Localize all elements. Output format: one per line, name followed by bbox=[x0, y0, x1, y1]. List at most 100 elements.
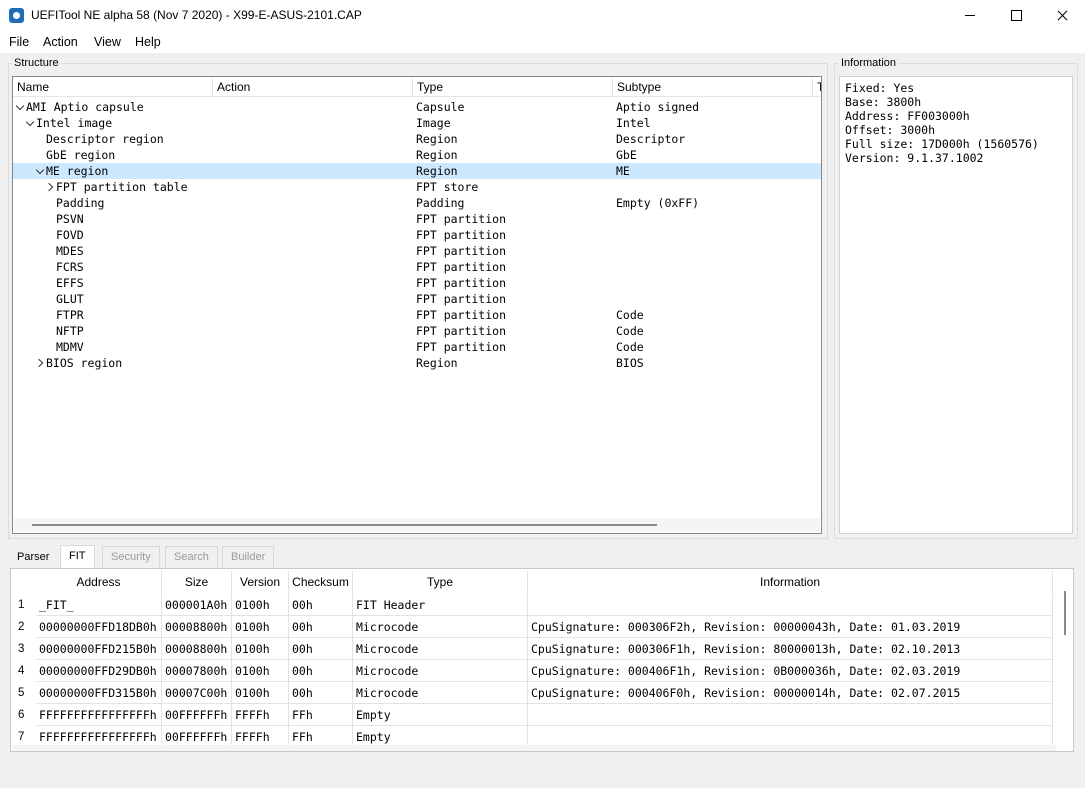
fit-cell-type: Microcode bbox=[353, 682, 528, 704]
tree-row[interactable]: MDES FPT partition bbox=[13, 243, 821, 259]
tree-cell-name: Descriptor region bbox=[46, 132, 164, 146]
tree-row[interactable]: FPT partition table FPT store bbox=[13, 179, 821, 195]
fit-cell-checksum: FFh bbox=[289, 704, 353, 726]
tab-security[interactable]: Security bbox=[102, 546, 160, 568]
tree-cell-name: FTPR bbox=[56, 308, 84, 322]
tab-builder[interactable]: Builder bbox=[222, 546, 275, 568]
tree-row[interactable]: Padding Padding Empty (0xFF) bbox=[13, 195, 821, 211]
chevron-down-icon[interactable] bbox=[26, 115, 36, 131]
info-line: Base: 3800h bbox=[845, 95, 922, 109]
fit-cell-checksum: 00h bbox=[289, 638, 353, 660]
tab-search[interactable]: Search bbox=[165, 546, 218, 568]
fit-cell-address: 00000000FFD18DB0h bbox=[36, 616, 162, 638]
tree-cell-type: Padding bbox=[416, 196, 465, 210]
fit-col-address[interactable]: Address bbox=[36, 571, 162, 593]
info-line: Address: FF003000h bbox=[845, 109, 970, 123]
tree-row[interactable]: NFTP FPT partition Code bbox=[13, 323, 821, 339]
menu-file[interactable]: File bbox=[9, 35, 29, 49]
menu-view[interactable]: View bbox=[94, 35, 121, 49]
tree-row[interactable]: ME region Region ME bbox=[13, 163, 821, 179]
col-header-subtype[interactable]: Subtype bbox=[613, 77, 813, 97]
tree-row[interactable]: GbE region Region GbE bbox=[13, 147, 821, 163]
info-line: Version: 9.1.37.1002 bbox=[845, 151, 984, 165]
tree-cell-name: Intel image bbox=[36, 116, 113, 130]
tree-row[interactable]: Intel image Image Intel bbox=[13, 115, 821, 131]
tree-row[interactable]: BIOS region Region BIOS bbox=[13, 355, 821, 371]
tree-cell-name: AMI Aptio capsule bbox=[26, 100, 144, 114]
fit-cell-checksum: 00h bbox=[289, 660, 353, 682]
structure-tree[interactable]: Name Action Type Subtype T AMI Aptio cap… bbox=[12, 76, 822, 534]
fit-col-checksum[interactable]: Checksum bbox=[289, 571, 353, 593]
tree-cell-type: FPT partition bbox=[416, 292, 507, 306]
fit-cell-version: FFFFh bbox=[232, 704, 289, 726]
tree-cell-type: Region bbox=[416, 148, 458, 162]
tree-row[interactable]: MDMV FPT partition Code bbox=[13, 339, 821, 355]
col-header-name[interactable]: Name bbox=[13, 77, 213, 97]
tree-cell-subtype: Empty (0xFF) bbox=[616, 196, 700, 210]
info-line: Fixed: Yes bbox=[845, 81, 915, 95]
information-text[interactable]: Fixed: Yes Base: 3800h Address: FF003000… bbox=[839, 76, 1073, 534]
tree-cell-name: GbE region bbox=[46, 148, 116, 162]
fit-cell-address: 00000000FFD315B0h bbox=[36, 682, 162, 704]
fit-table[interactable]: Address Size Version Checksum Type Infor… bbox=[10, 568, 1074, 752]
fit-cell-version: 0100h bbox=[232, 660, 289, 682]
tree-row[interactable]: EFFS FPT partition bbox=[13, 275, 821, 291]
menu-help[interactable]: Help bbox=[135, 35, 161, 49]
tab-parser[interactable]: Parser bbox=[8, 546, 59, 568]
tree-cell-name: PSVN bbox=[56, 212, 84, 226]
scrollbar-thumb[interactable] bbox=[1064, 591, 1066, 635]
fit-cell-address: 00000000FFD215B0h bbox=[36, 638, 162, 660]
fit-cell-version: 0100h bbox=[232, 616, 289, 638]
tree-row[interactable]: Descriptor region Region Descriptor bbox=[13, 131, 821, 147]
menu-action[interactable]: Action bbox=[43, 35, 78, 49]
fit-row-number: 2 bbox=[18, 621, 25, 633]
scrollbar-thumb[interactable] bbox=[32, 524, 657, 526]
chevron-right-icon[interactable] bbox=[46, 179, 56, 195]
tree-cell-type: Region bbox=[416, 132, 458, 146]
chevron-down-icon[interactable] bbox=[36, 163, 46, 179]
tree-cell-type: FPT partition bbox=[416, 308, 507, 322]
fit-vertical-scrollbar[interactable] bbox=[1058, 575, 1072, 751]
fit-cell-type: FIT Header bbox=[353, 594, 528, 616]
title-bar: UEFITool NE alpha 58 (Nov 7 2020) - X99-… bbox=[0, 0, 1085, 31]
tree-cell-type: FPT partition bbox=[416, 228, 507, 242]
col-header-type[interactable]: Type bbox=[413, 77, 613, 97]
tree-row[interactable]: FCRS FPT partition bbox=[13, 259, 821, 275]
tab-fit[interactable]: FIT bbox=[60, 545, 95, 569]
fit-cell-checksum: 00h bbox=[289, 682, 353, 704]
fit-col-size[interactable]: Size bbox=[162, 571, 232, 593]
chevron-down-icon[interactable] bbox=[16, 99, 26, 115]
tree-cell-type: FPT partition bbox=[416, 324, 507, 338]
tree-cell-type: Region bbox=[416, 164, 458, 178]
tree-row[interactable]: FOVD FPT partition bbox=[13, 227, 821, 243]
tree-header: Name Action Type Subtype T bbox=[13, 77, 821, 97]
window-title: UEFITool NE alpha 58 (Nov 7 2020) - X99-… bbox=[31, 8, 362, 22]
tree-cell-subtype: GbE bbox=[616, 148, 637, 162]
tree-horizontal-scrollbar[interactable] bbox=[14, 518, 820, 532]
fit-cell-size: 000001A0h bbox=[162, 594, 232, 616]
tree-cell-type: FPT partition bbox=[416, 340, 507, 354]
minimize-button[interactable] bbox=[947, 0, 993, 31]
info-line: Offset: 3000h bbox=[845, 123, 936, 137]
tree-cell-name: FOVD bbox=[56, 228, 84, 242]
tree-row[interactable]: GLUT FPT partition bbox=[13, 291, 821, 307]
tree-cell-type: FPT store bbox=[416, 180, 479, 194]
tree-cell-subtype: Intel bbox=[616, 116, 651, 130]
close-button[interactable] bbox=[1039, 0, 1085, 31]
fit-col-version[interactable]: Version bbox=[232, 571, 289, 593]
tree-row[interactable]: AMI Aptio capsule Capsule Aptio signed bbox=[13, 99, 821, 115]
fit-col-information[interactable]: Information bbox=[528, 571, 1053, 593]
chevron-right-icon[interactable] bbox=[36, 355, 46, 371]
col-header-action[interactable]: Action bbox=[213, 77, 413, 97]
menu-bar: File Action View Help bbox=[0, 31, 1085, 53]
tree-row[interactable]: PSVN FPT partition bbox=[13, 211, 821, 227]
tree-cell-subtype: ME bbox=[616, 164, 630, 178]
maximize-button[interactable] bbox=[993, 0, 1039, 31]
tree-cell-type: Region bbox=[416, 356, 458, 370]
tree-row[interactable]: FTPR FPT partition Code bbox=[13, 307, 821, 323]
fit-cell-information bbox=[528, 704, 1053, 726]
tree-cell-name: MDES bbox=[56, 244, 84, 258]
fit-horizontal-scrollbar[interactable] bbox=[12, 745, 1056, 751]
col-header-text[interactable]: T bbox=[813, 77, 821, 97]
fit-col-type[interactable]: Type bbox=[353, 571, 528, 593]
